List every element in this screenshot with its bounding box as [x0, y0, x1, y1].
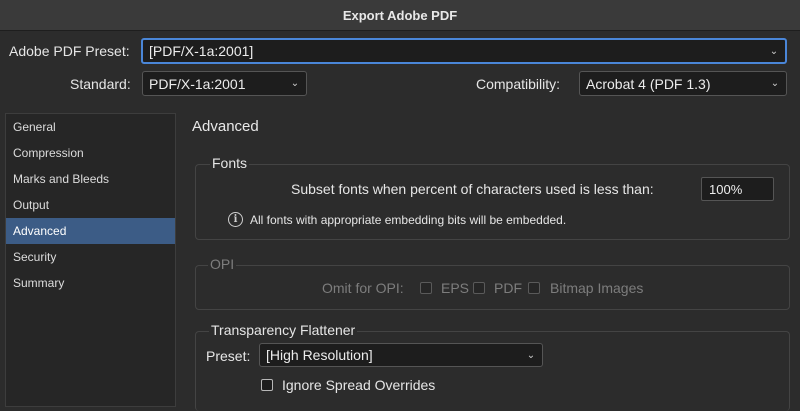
fonts-group-title: Fonts — [210, 155, 250, 171]
opi-bitmap-images-label: Bitmap Images — [550, 280, 644, 296]
fonts-info-text: All fonts with appropriate embedding bit… — [250, 213, 567, 227]
opi-pdf-checkbox[interactable] — [473, 282, 485, 294]
omit-for-opi-label: Omit for OPI: — [322, 280, 404, 296]
subset-percent-input[interactable]: 100% — [701, 177, 774, 201]
preset-dropdown[interactable]: [PDF/X-1a:2001] ⌄ — [141, 38, 787, 64]
transparency-flattener-title: Transparency Flattener — [209, 322, 358, 338]
info-icon: i — [228, 212, 243, 227]
chevron-down-icon: ⌄ — [769, 45, 779, 57]
subset-fonts-label: Subset fonts when percent of characters … — [291, 181, 654, 197]
ignore-spread-overrides-label: Ignore Spread Overrides — [282, 377, 436, 393]
opi-eps-label: EPS — [441, 280, 470, 296]
standard-dropdown[interactable]: PDF/X-1a:2001 ⌄ — [142, 71, 307, 96]
compatibility-label: Compatibility: — [476, 76, 561, 92]
sidebar-item-output[interactable]: Output — [6, 192, 175, 218]
sidebar-item-advanced[interactable]: Advanced — [6, 218, 175, 244]
compatibility-dropdown[interactable]: Acrobat 4 (PDF 1.3) ⌄ — [579, 71, 787, 96]
window-title: Export Adobe PDF — [342, 7, 458, 23]
sidebar: General Compression Marks and Bleeds Out… — [5, 113, 176, 407]
section-title: Advanced — [192, 118, 259, 135]
preset-label: Adobe PDF Preset: — [9, 43, 130, 59]
sidebar-item-marks-and-bleeds[interactable]: Marks and Bleeds — [6, 166, 175, 192]
opi-eps-checkbox[interactable] — [420, 282, 432, 294]
flattener-preset-label: Preset: — [206, 348, 251, 364]
chevron-down-icon: ⌄ — [290, 78, 300, 89]
chevron-down-icon: ⌄ — [770, 78, 780, 89]
flattener-preset-value: [High Resolution] — [266, 347, 373, 363]
flattener-preset-dropdown[interactable]: [High Resolution] ⌄ — [259, 343, 543, 367]
fonts-group — [195, 164, 790, 240]
sidebar-item-security[interactable]: Security — [6, 244, 175, 270]
sidebar-item-summary[interactable]: Summary — [6, 270, 175, 296]
standard-value: PDF/X-1a:2001 — [149, 75, 246, 92]
ignore-spread-overrides-checkbox[interactable] — [261, 379, 273, 391]
opi-group — [195, 265, 790, 310]
sidebar-item-compression[interactable]: Compression — [6, 140, 175, 166]
window-titlebar: Export Adobe PDF — [0, 0, 800, 31]
opi-pdf-label: PDF — [494, 280, 522, 296]
compatibility-value: Acrobat 4 (PDF 1.3) — [586, 75, 711, 92]
preset-value: [PDF/X-1a:2001] — [149, 43, 254, 59]
opi-group-title: OPI — [208, 256, 237, 272]
opi-bitmap-images-checkbox[interactable] — [528, 282, 540, 294]
chevron-down-icon: ⌄ — [526, 349, 536, 361]
sidebar-item-general[interactable]: General — [6, 114, 175, 140]
standard-label: Standard: — [70, 76, 131, 92]
